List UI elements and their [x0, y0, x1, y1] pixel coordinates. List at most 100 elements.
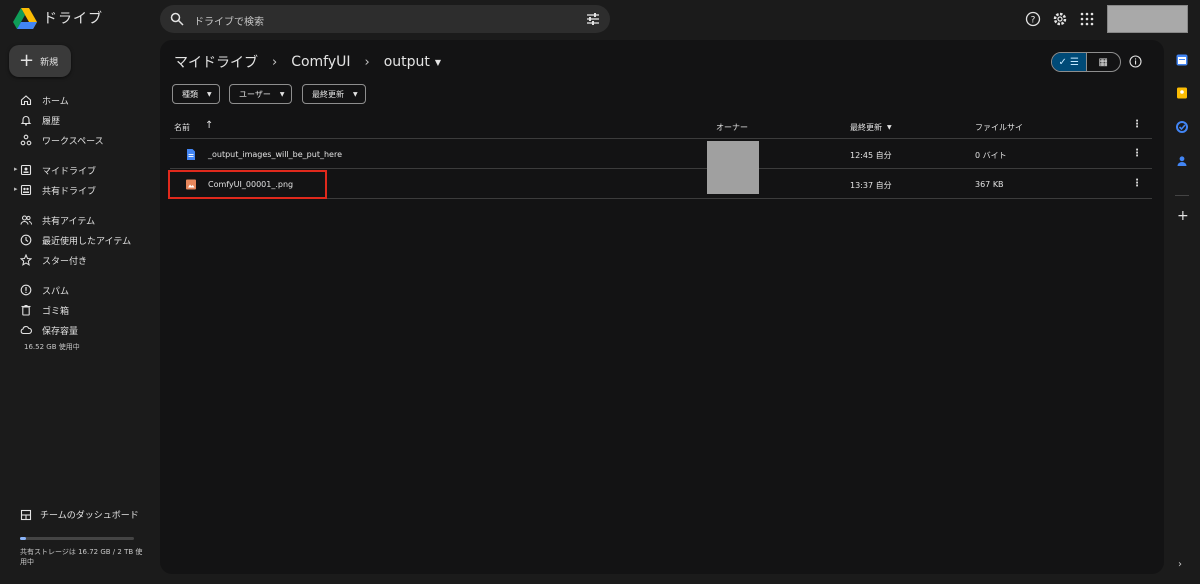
- shared-drive-icon: [20, 184, 32, 196]
- add-icon[interactable]: +: [1177, 209, 1189, 223]
- chip-label: 種類: [182, 89, 198, 99]
- search-icon[interactable]: [170, 12, 184, 26]
- list-view-icon: ☰: [1070, 56, 1080, 68]
- main-panel: マイドライブ › ComfyUI › output ▼ ✓ ☰ ▦ 種類 ▼ ユー…: [160, 40, 1164, 574]
- nav-item-recent[interactable]: 最近使用したアイテム: [20, 233, 131, 247]
- drive-logo-icon: [13, 8, 37, 29]
- grid-view-button[interactable]: ▦: [1087, 53, 1121, 71]
- breadcrumb-current-folder[interactable]: output: [384, 54, 430, 70]
- home-icon: [20, 95, 32, 106]
- new-button-label: 新規: [40, 57, 59, 68]
- svg-text:?: ?: [1031, 16, 1036, 26]
- row-modified: 12:45 自分: [850, 151, 892, 160]
- column-header-owner[interactable]: オーナー: [716, 122, 748, 133]
- cloud-icon: [20, 325, 32, 335]
- new-button[interactable]: + 新規: [9, 45, 71, 77]
- nav-item-storage[interactable]: 保存容量: [20, 323, 78, 337]
- filter-type-chip[interactable]: 種類 ▼: [172, 84, 220, 104]
- nav-label: ワークスペース: [42, 136, 104, 147]
- star-icon: [20, 254, 32, 266]
- dropdown-arrow-icon: ▼: [207, 90, 212, 98]
- trash-icon: [21, 305, 31, 316]
- nav-label: 共有アイテム: [42, 216, 96, 227]
- column-header-name[interactable]: 名前: [174, 122, 190, 133]
- table-row[interactable]: _output_images_will_be_put_here: [186, 149, 342, 160]
- filter-modified-chip[interactable]: 最終更新 ▼: [302, 84, 366, 104]
- team-dashboard-link[interactable]: チームのダッシュボード: [20, 508, 139, 521]
- sort-arrow-up-icon[interactable]: ↑: [205, 120, 213, 131]
- breadcrumb: マイドライブ › ComfyUI › output ▼: [174, 52, 441, 72]
- view-toggle[interactable]: ✓ ☰ ▦: [1051, 52, 1121, 72]
- search-bar[interactable]: ドライブで検索: [160, 5, 610, 33]
- dashboard-icon: [20, 509, 32, 520]
- chevron-right-icon[interactable]: ›: [1178, 559, 1182, 570]
- divider: [170, 168, 1152, 169]
- nav-item-shared-drives[interactable]: 共有ドライブ: [20, 183, 96, 197]
- nav-item-my-drive[interactable]: マイドライブ: [20, 163, 96, 177]
- row-more-actions-icon[interactable]: ⋮: [1132, 149, 1142, 159]
- nav-label: ゴミ箱: [42, 306, 70, 317]
- nav-item-starred[interactable]: スター付き: [20, 253, 87, 267]
- list-view-button[interactable]: ✓ ☰: [1052, 53, 1087, 71]
- divider: [170, 138, 1152, 139]
- chip-label: ユーザー: [239, 89, 271, 99]
- dropdown-arrow-icon: ▼: [353, 90, 358, 98]
- breadcrumb-my-drive[interactable]: マイドライブ: [174, 52, 258, 72]
- quota-progress-bar: [20, 537, 134, 540]
- chevron-right-icon: ›: [272, 54, 278, 70]
- expand-caret-icon[interactable]: ▸: [14, 185, 18, 193]
- row-more-actions-icon[interactable]: ⋮: [1132, 179, 1142, 189]
- shared-people-icon: [20, 215, 32, 225]
- tasks-icon[interactable]: [1176, 121, 1188, 133]
- nav-item-trash[interactable]: ゴミ箱: [20, 303, 69, 317]
- file-name[interactable]: _output_images_will_be_put_here: [208, 150, 342, 159]
- clock-icon: [20, 234, 32, 246]
- nav-label: 共有ドライブ: [42, 186, 97, 197]
- nav-label: 保存容量: [42, 326, 79, 337]
- keep-icon[interactable]: [1176, 87, 1188, 99]
- divider: [1175, 195, 1189, 196]
- nav-item-workspaces[interactable]: ワークスペース: [20, 133, 104, 147]
- row-modified: 13:37 自分: [850, 181, 892, 190]
- nav-item-spam[interactable]: スパム: [20, 283, 69, 297]
- column-options-icon[interactable]: ⋮: [1132, 120, 1142, 130]
- nav-item-shared-with-me[interactable]: 共有アイテム: [20, 213, 95, 227]
- bell-icon: [20, 116, 32, 126]
- apps-grid-icon[interactable]: [1079, 11, 1095, 27]
- column-header-modified[interactable]: 最終更新: [850, 122, 882, 133]
- settings-icon[interactable]: [1052, 11, 1068, 27]
- contacts-icon[interactable]: [1176, 155, 1188, 167]
- breadcrumb-comfyui[interactable]: ComfyUI: [291, 54, 350, 70]
- owner-avatar: [707, 141, 759, 194]
- filter-people-chip[interactable]: ユーザー ▼: [229, 84, 293, 104]
- selection-highlight: [168, 170, 327, 199]
- dropdown-arrow-icon: ▼: [279, 90, 285, 98]
- quota-text: 共有ストレージは 16.72 GB / 2 TB 使用中: [20, 548, 143, 566]
- spam-icon: [20, 284, 32, 296]
- search-placeholder[interactable]: ドライブで検索: [194, 13, 264, 28]
- dropdown-arrow-icon[interactable]: ▼: [435, 58, 441, 67]
- my-drive-icon: [20, 164, 32, 176]
- dashboard-label: チームのダッシュボード: [40, 511, 139, 521]
- calendar-icon[interactable]: [1176, 54, 1188, 66]
- nav-item-home[interactable]: ホーム: [20, 93, 69, 107]
- info-icon[interactable]: [1129, 55, 1142, 68]
- row-size: 367 KB: [975, 180, 1004, 189]
- check-icon: ✓: [1058, 56, 1067, 68]
- nav-label: スパム: [42, 286, 70, 297]
- account-avatar[interactable]: [1107, 5, 1188, 33]
- doc-icon: [187, 149, 195, 160]
- workspace-icon: [20, 134, 32, 146]
- drive-logo[interactable]: ドライブ: [13, 7, 103, 29]
- nav-label: マイドライブ: [42, 166, 97, 177]
- sort-desc-icon[interactable]: ▼: [887, 124, 892, 131]
- chevron-right-icon: ›: [364, 54, 370, 70]
- column-header-size[interactable]: ファイルサイ: [975, 122, 1023, 133]
- expand-caret-icon[interactable]: ▸: [14, 165, 18, 173]
- row-size: 0 バイト: [975, 151, 1007, 160]
- help-icon[interactable]: ?: [1025, 11, 1041, 27]
- quota-progress-fill: [20, 537, 26, 540]
- tune-icon[interactable]: [586, 12, 600, 26]
- nav-item-activity[interactable]: 履歴: [20, 113, 60, 127]
- nav-label: ホーム: [42, 96, 69, 107]
